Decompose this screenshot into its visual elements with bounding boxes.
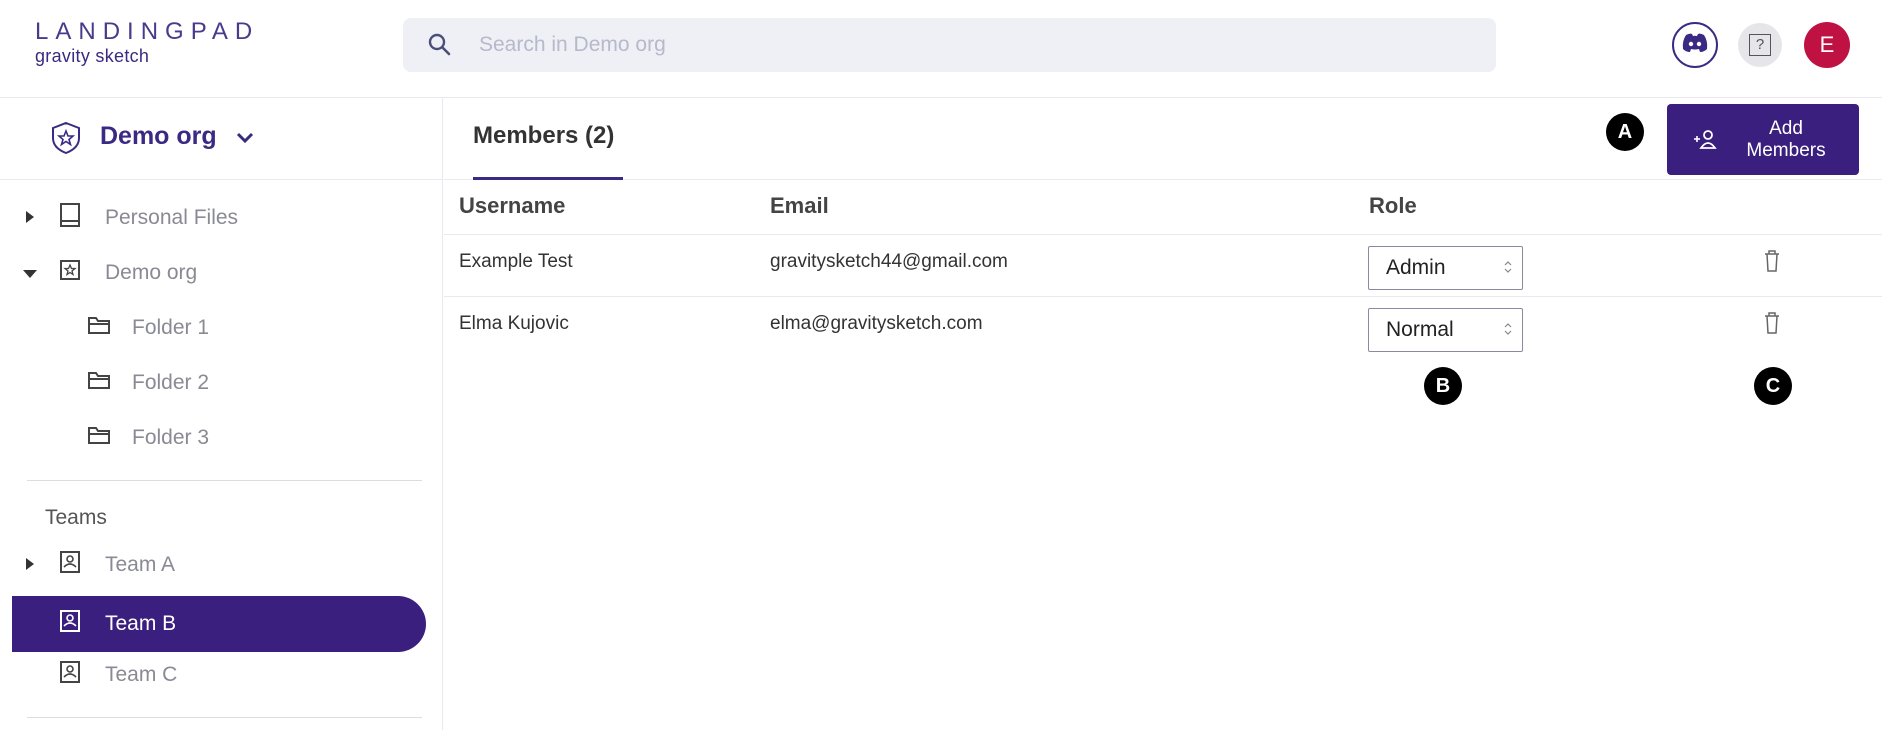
discord-button[interactable] <box>1672 22 1718 68</box>
username-cell: Elma Kujovic <box>459 313 569 334</box>
column-header-username[interactable]: Username <box>459 193 565 219</box>
updown-arrows-icon <box>1504 259 1512 280</box>
org-name: Demo org <box>100 122 217 150</box>
role-value: Normal <box>1386 318 1454 341</box>
sidebar-item-label: Personal Files <box>105 206 239 229</box>
caret-down-icon[interactable] <box>22 261 38 285</box>
role-select[interactable]: Normal <box>1368 308 1523 352</box>
role-value: Admin <box>1386 256 1446 279</box>
table-row: Example Test gravitysketch44@gmail.com A… <box>444 235 1882 297</box>
email-cell: gravitysketch44@gmail.com <box>770 251 1008 272</box>
org-icon <box>59 259 81 287</box>
folder-icon <box>87 370 111 396</box>
sidebar: Demo org Personal Files Demo org Folder … <box>0 98 443 730</box>
sidebar-item-label: Folder 3 <box>132 426 210 449</box>
tab-label: Members (2) <box>473 122 615 149</box>
sidebar-item-personal-files[interactable]: Personal Files <box>0 194 443 242</box>
add-label-line2: Members <box>1746 140 1826 161</box>
org-switcher[interactable]: Demo org <box>0 98 443 180</box>
team-badge-icon <box>59 660 81 690</box>
sidebar-item-label: Team C <box>105 663 178 686</box>
sidebar-item-label: Team A <box>105 553 176 576</box>
column-header-email[interactable]: Email <box>770 193 829 219</box>
sidebar-item-team-a[interactable]: Team A <box>0 541 443 589</box>
search-input[interactable] <box>479 18 1439 72</box>
delete-member-icon[interactable] <box>1763 249 1781 278</box>
sidebar-item-team-b[interactable]: Team B <box>12 596 426 652</box>
email-cell: elma@gravitysketch.com <box>770 313 983 334</box>
sidebar-item-folder-2[interactable]: Folder 2 <box>0 359 443 407</box>
table-row: Elma Kujovic elma@gravitysketch.com Norm… <box>444 297 1882 359</box>
team-badge-icon <box>59 550 81 580</box>
sidebar-item-folder-1[interactable]: Folder 1 <box>0 304 443 352</box>
sidebar-item-label: Demo org <box>105 261 198 284</box>
help-icon: ? <box>1749 34 1771 56</box>
sidebar-divider <box>27 480 422 481</box>
folder-icon <box>87 315 111 341</box>
sidebar-item-label: Folder 2 <box>132 371 210 394</box>
sidebar-item-demo-org[interactable]: Demo org <box>0 249 443 297</box>
logo-subtitle: gravity sketch <box>35 46 150 66</box>
user-avatar[interactable]: E <box>1804 22 1850 68</box>
discord-icon <box>1681 32 1709 59</box>
annotation-marker-b: B <box>1424 367 1462 405</box>
landingpad-logo[interactable]: LANDINGPAD gravity sketch <box>35 18 259 67</box>
logo-wordmark: LANDINGPAD <box>35 18 260 45</box>
caret-right-icon[interactable] <box>25 206 35 230</box>
search-icon <box>427 32 453 63</box>
members-table-header: Username Email Role <box>444 181 1882 235</box>
search-bar[interactable] <box>403 18 1496 72</box>
team-badge-icon <box>59 609 81 639</box>
column-header-role[interactable]: Role <box>1369 193 1417 219</box>
add-members-button[interactable]: Add Members <box>1667 104 1859 175</box>
sidebar-item-folder-3[interactable]: Folder 3 <box>0 414 443 462</box>
tablet-icon <box>59 202 81 234</box>
teams-heading: Teams <box>45 506 107 529</box>
sidebar-item-team-c[interactable]: Team C <box>0 651 443 699</box>
add-members-label: Add Members <box>1727 118 1845 162</box>
delete-member-icon[interactable] <box>1763 311 1781 340</box>
shield-star-icon <box>50 121 82 160</box>
add-user-icon <box>1693 128 1717 153</box>
username-cell: Example Test <box>459 251 573 272</box>
chevron-down-icon[interactable] <box>236 131 254 149</box>
add-label-line1: Add <box>1769 118 1803 139</box>
sidebar-divider <box>27 717 422 718</box>
folder-icon <box>87 425 111 451</box>
sidebar-item-label: Team B <box>105 612 177 635</box>
tab-underline <box>473 177 623 180</box>
caret-right-icon[interactable] <box>25 553 35 577</box>
annotation-marker-c: C <box>1754 367 1792 405</box>
annotation-marker-a: A <box>1606 113 1644 151</box>
tab-members[interactable]: Members (2) <box>473 98 623 180</box>
role-select[interactable]: Admin <box>1368 246 1523 290</box>
updown-arrows-icon <box>1504 321 1512 342</box>
sidebar-item-label: Folder 1 <box>132 316 210 339</box>
help-button[interactable]: ? <box>1738 23 1782 67</box>
top-header: LANDINGPAD gravity sketch ? E <box>0 0 1882 98</box>
